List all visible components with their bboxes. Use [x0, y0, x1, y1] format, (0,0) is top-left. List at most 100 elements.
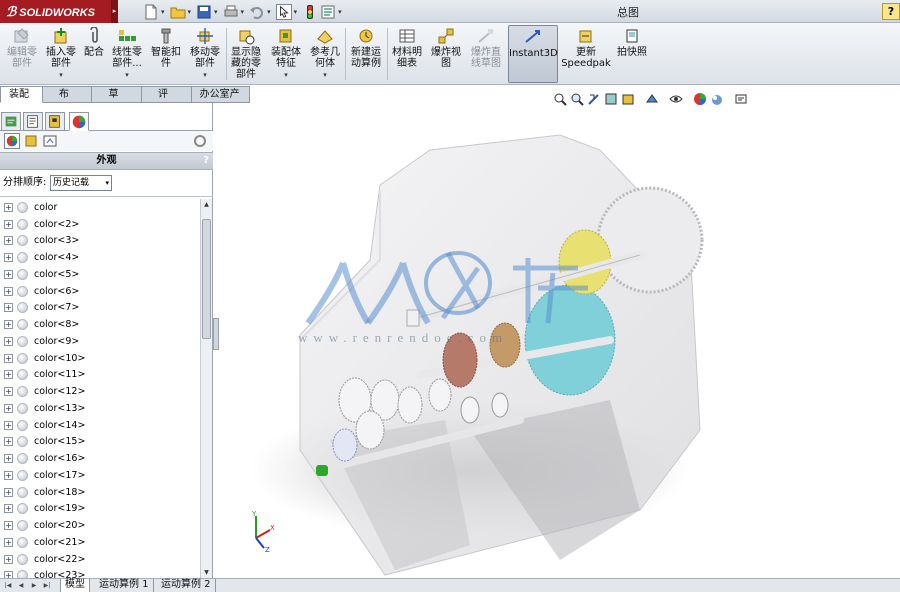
tree-item[interactable]: + color<12>	[0, 383, 200, 400]
tab-evaluate[interactable]: 评估	[142, 86, 192, 115]
expand-icon[interactable]: +	[4, 320, 13, 330]
insert-component-dropdown-icon[interactable]: ▾	[42, 70, 80, 81]
options-icon[interactable]	[320, 4, 336, 20]
white-gear-3[interactable]	[397, 386, 423, 424]
undo-icon[interactable]	[249, 4, 265, 20]
expand-icon[interactable]: +	[4, 470, 13, 480]
edit-component-button[interactable]: 编辑零 部件	[3, 25, 41, 83]
expand-icon[interactable]: +	[4, 571, 13, 578]
sort-order-select[interactable]: 历史记载 ▾	[50, 175, 112, 191]
panel-options-icon[interactable]	[192, 133, 208, 149]
instant3d-button[interactable]: Instant3D	[508, 25, 558, 83]
display-style-icon[interactable]	[645, 92, 659, 106]
decals-view-icon[interactable]	[23, 133, 39, 149]
expand-icon[interactable]: +	[4, 269, 13, 279]
exploded-view-button[interactable]: 爆炸视 图	[428, 25, 464, 83]
options-dropdown-icon[interactable]: ▾	[338, 8, 342, 16]
new-document-icon[interactable]	[143, 4, 159, 20]
mate-button[interactable]: 配合	[81, 25, 107, 83]
bill-of-materials-button[interactable]: 材料明 细表	[389, 25, 425, 83]
help-button[interactable]: ?	[882, 3, 900, 20]
tab-sketch[interactable]: 草图	[92, 86, 143, 115]
tree-item[interactable]: + color<20>	[0, 517, 200, 534]
scroll-down-icon[interactable]: ▼	[201, 567, 212, 578]
tab-office-products[interactable]: 办公室产品	[191, 86, 251, 115]
new-dropdown-icon[interactable]: ▾	[161, 8, 165, 16]
configuration-manager-tab[interactable]	[45, 112, 65, 131]
expand-icon[interactable]: +	[4, 521, 13, 531]
tab-motion-study-1[interactable]: 运动算例 1	[95, 579, 154, 592]
blue-gear[interactable]	[332, 428, 358, 462]
tree-item[interactable]: + color<7>	[0, 300, 200, 317]
scene-view-icon[interactable]	[42, 133, 58, 149]
tree-item[interactable]: + color<19>	[0, 501, 200, 518]
print-dropdown-icon[interactable]: ▾	[241, 8, 245, 16]
appearance-view-icon[interactable]	[4, 133, 20, 149]
expand-icon[interactable]: +	[4, 454, 13, 464]
section-view-icon[interactable]	[604, 92, 618, 106]
panel-splitter[interactable]	[213, 318, 219, 350]
save-icon[interactable]	[196, 4, 212, 20]
zoom-area-icon[interactable]	[570, 92, 584, 106]
tab-layout[interactable]: 布局	[42, 86, 93, 115]
white-gear-6[interactable]	[460, 396, 480, 424]
edit-appearance-icon[interactable]	[693, 92, 707, 106]
display-manager-tab[interactable]	[69, 112, 89, 131]
tree-item[interactable]: + color<6>	[0, 283, 200, 300]
tab-assembly[interactable]: 装配体	[0, 86, 43, 115]
tree-item[interactable]: + color<9>	[0, 333, 200, 350]
show-hidden-components-button[interactable]: 显示隐 藏的零 部件	[228, 25, 264, 83]
expand-icon[interactable]: +	[4, 286, 13, 296]
new-motion-study-button[interactable]: 新建运 动算例	[347, 25, 385, 83]
linear-pattern-dropdown-icon[interactable]: ▾	[108, 70, 146, 81]
print-icon[interactable]	[223, 4, 239, 20]
hide-show-items-icon[interactable]	[669, 92, 683, 106]
graphics-area[interactable]: www.renrendoc.com Y X Z	[220, 103, 900, 578]
expand-icon[interactable]: +	[4, 236, 13, 246]
expand-icon[interactable]: +	[4, 403, 13, 413]
tree-item[interactable]: + color<17>	[0, 467, 200, 484]
expand-icon[interactable]: +	[4, 487, 13, 497]
expand-icon[interactable]: +	[4, 303, 13, 313]
move-component-button[interactable]: 移动零 部件 ▾	[186, 25, 224, 83]
next-tab-icon[interactable]: ▶	[28, 580, 40, 591]
scroll-up-icon[interactable]: ▲	[201, 199, 212, 210]
previous-view-icon[interactable]	[587, 92, 601, 106]
expand-icon[interactable]: +	[4, 353, 13, 363]
tree-scrollbar[interactable]: ▲ ▼	[200, 199, 212, 578]
expand-icon[interactable]: +	[4, 554, 13, 564]
reference-geometry-button[interactable]: 参考几 何体 ▾	[306, 25, 344, 83]
scroll-thumb[interactable]	[202, 219, 211, 339]
insert-component-button[interactable]: 插入零 部件 ▾	[42, 25, 80, 83]
move-component-dropdown-icon[interactable]: ▾	[186, 70, 224, 81]
undo-dropdown-icon[interactable]: ▾	[267, 8, 271, 16]
tree-item[interactable]: + color<14>	[0, 417, 200, 434]
linear-pattern-button[interactable]: 线性零 部件... ▾	[108, 25, 146, 83]
expand-icon[interactable]: +	[4, 537, 13, 547]
apply-scene-icon[interactable]	[710, 92, 724, 106]
update-speedpak-button[interactable]: 更新 Speedpak	[561, 25, 611, 83]
open-dropdown-icon[interactable]: ▾	[188, 8, 192, 16]
reference-geometry-dropdown-icon[interactable]: ▾	[306, 70, 344, 81]
expand-icon[interactable]: +	[4, 253, 13, 263]
tree-item[interactable]: + color<4>	[0, 249, 200, 266]
tab-model[interactable]: 模型	[60, 579, 90, 592]
zoom-to-fit-icon[interactable]	[553, 92, 567, 106]
last-tab-icon[interactable]: ▶|	[41, 580, 53, 591]
white-gear-7[interactable]	[491, 392, 509, 418]
select-pointer-icon[interactable]	[275, 3, 292, 20]
expand-icon[interactable]: +	[4, 504, 13, 514]
tree-item[interactable]: + color<23>	[0, 568, 200, 578]
tab-motion-study-2[interactable]: 运动算例 2	[157, 579, 216, 592]
tree-item[interactable]: + color<2>	[0, 216, 200, 233]
expand-icon[interactable]: +	[4, 420, 13, 430]
property-manager-tab[interactable]	[23, 112, 43, 131]
green-shaft-end[interactable]	[316, 465, 328, 476]
view-settings-icon[interactable]	[734, 92, 748, 106]
tree-item[interactable]: + color	[0, 199, 200, 216]
explode-line-sketch-button[interactable]: 爆炸直 线草图	[466, 25, 506, 83]
menu-expand-icon[interactable]: ▸	[111, 0, 118, 23]
assembly-features-button[interactable]: 装配体 特征 ▾	[267, 25, 305, 83]
first-tab-icon[interactable]: |◀	[2, 580, 14, 591]
previous-tab-icon[interactable]: ◀	[15, 580, 27, 591]
